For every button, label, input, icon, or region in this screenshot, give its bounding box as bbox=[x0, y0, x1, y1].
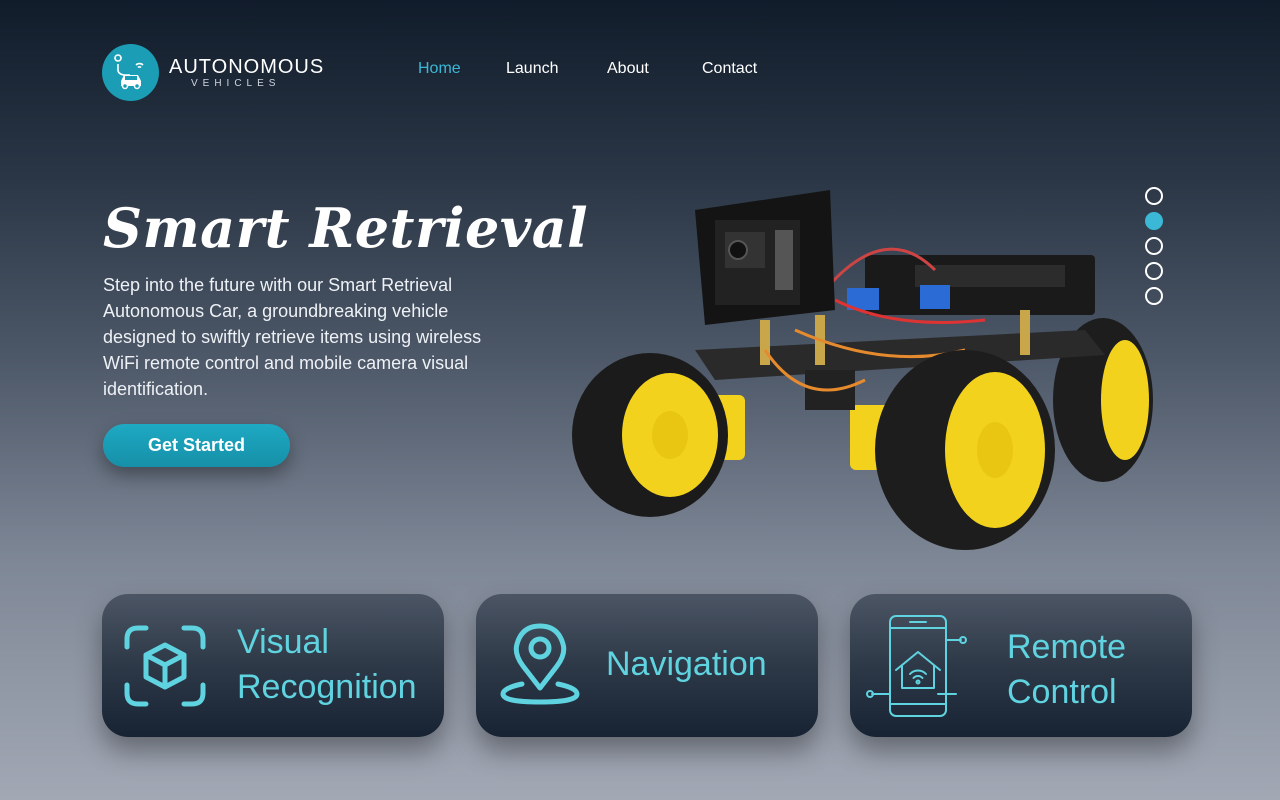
feature-label-line2: Control bbox=[1007, 673, 1117, 711]
slider-dot-4[interactable] bbox=[1145, 262, 1163, 280]
feature-card-navigation[interactable]: Navigation bbox=[476, 594, 818, 737]
hero-description: Step into the future with our Smart Retr… bbox=[103, 275, 482, 399]
brand-logo[interactable]: AUTONOMOUS VEHICLES bbox=[102, 44, 324, 101]
slider-dots bbox=[1145, 187, 1163, 312]
feature-label-line2: Recognition bbox=[237, 668, 417, 706]
feature-card-remote-control[interactable]: Remote Control bbox=[850, 594, 1192, 737]
nav-home[interactable]: Home bbox=[418, 60, 461, 78]
smartphone-home-icon bbox=[866, 614, 970, 723]
nav-about[interactable]: About bbox=[607, 60, 649, 78]
hero-title: Smart Retrieval bbox=[103, 196, 589, 260]
get-started-button[interactable]: Get Started bbox=[103, 424, 290, 467]
slider-dot-2[interactable] bbox=[1145, 212, 1163, 230]
feature-label-line1: Navigation bbox=[606, 645, 767, 683]
slider-dot-3[interactable] bbox=[1145, 237, 1163, 255]
car-wifi-icon bbox=[102, 44, 159, 101]
feature-label-line1: Remote bbox=[1007, 628, 1127, 666]
brand-subtitle: VEHICLES bbox=[191, 77, 281, 89]
nav-contact[interactable]: Contact bbox=[702, 60, 757, 78]
map-pin-icon bbox=[500, 622, 580, 711]
robot-car-image bbox=[565, 180, 1165, 560]
nav-launch[interactable]: Launch bbox=[506, 60, 559, 78]
slider-dot-1[interactable] bbox=[1145, 187, 1163, 205]
feature-card-visual-recognition[interactable]: Visual Recognition bbox=[102, 594, 444, 737]
cube-scan-icon bbox=[124, 625, 206, 712]
slider-dot-5[interactable] bbox=[1145, 287, 1163, 305]
brand-title: AUTONOMOUS bbox=[169, 55, 325, 78]
feature-label-line1: Visual bbox=[237, 623, 329, 661]
